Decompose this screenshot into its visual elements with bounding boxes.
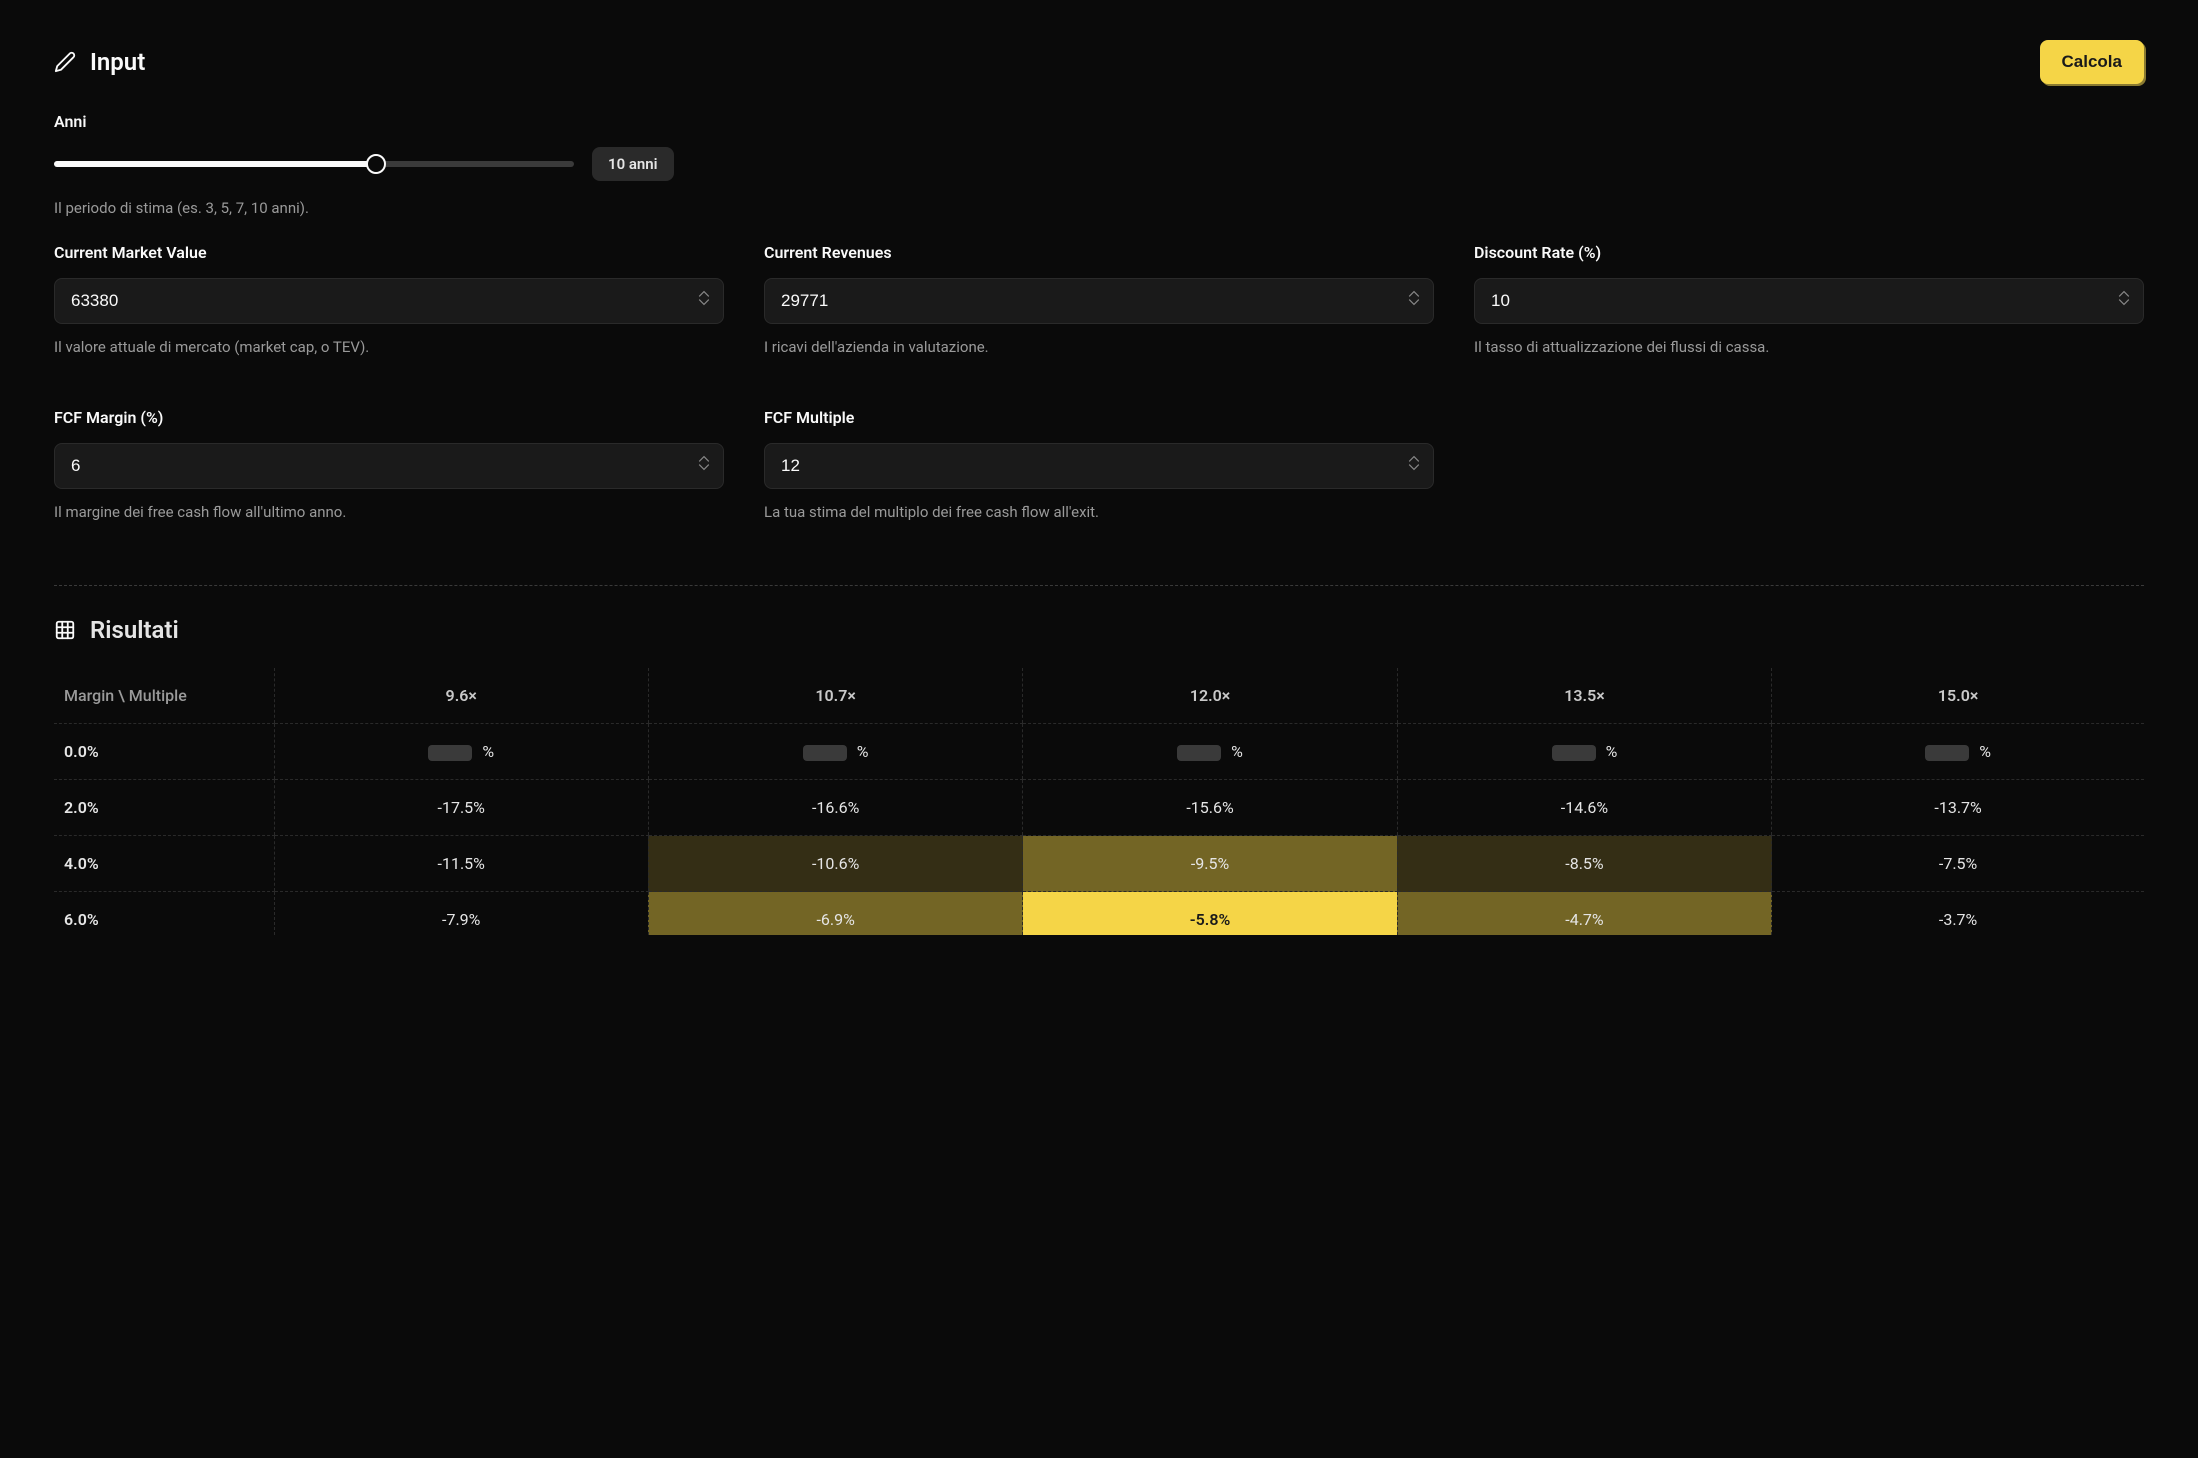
result-cell: -9.5%	[1023, 836, 1397, 892]
result-cell: -11.5%	[274, 836, 648, 892]
anni-label: Anni	[54, 112, 2144, 131]
discount-label: Discount Rate (%)	[1474, 243, 2144, 262]
result-cell: -5.8%	[1023, 892, 1397, 936]
input-section-title: Input	[54, 48, 145, 76]
result-cell: %	[648, 724, 1022, 780]
discount-input[interactable]	[1474, 278, 2144, 324]
skeleton-placeholder	[428, 745, 472, 761]
result-cell: -10.6%	[648, 836, 1022, 892]
anni-slider[interactable]	[54, 161, 574, 167]
stepper-icon[interactable]	[2118, 290, 2134, 312]
result-cell: -13.7%	[1772, 780, 2144, 836]
skeleton-placeholder	[1925, 745, 1969, 761]
skeleton-placeholder	[803, 745, 847, 761]
anni-badge: 10 anni	[592, 147, 674, 181]
market-value-label: Current Market Value	[54, 243, 724, 262]
table-icon	[54, 619, 76, 641]
stepper-icon[interactable]	[698, 455, 714, 477]
discount-helper: Il tasso di attualizzazione dei flussi d…	[1474, 338, 2144, 356]
row-margin: 4.0%	[54, 836, 274, 892]
fcf-multiple-input[interactable]	[764, 443, 1434, 489]
result-cell: -8.5%	[1397, 836, 1771, 892]
stepper-icon[interactable]	[1408, 290, 1424, 312]
anni-helper: Il periodo di stima (es. 3, 5, 7, 10 ann…	[54, 199, 2144, 217]
fcf-margin-helper: Il margine dei free cash flow all'ultimo…	[54, 503, 724, 521]
result-cell: %	[1397, 724, 1771, 780]
input-title-text: Input	[90, 48, 145, 76]
section-divider	[54, 585, 2144, 586]
row-margin: 0.0%	[54, 724, 274, 780]
row-margin: 6.0%	[54, 892, 274, 936]
stepper-icon[interactable]	[698, 290, 714, 312]
column-header: 15.0×	[1772, 668, 2144, 724]
result-cell: %	[1772, 724, 2144, 780]
skeleton-placeholder	[1552, 745, 1596, 761]
table-row: 0.0% % % % % %	[54, 724, 2144, 780]
pencil-icon	[54, 51, 76, 73]
fcf-multiple-helper: La tua stima del multiplo dei free cash …	[764, 503, 1434, 521]
result-cell: -14.6%	[1397, 780, 1771, 836]
column-header: 12.0×	[1023, 668, 1397, 724]
results-section-title: Risultati	[54, 616, 2144, 644]
market-value-input[interactable]	[54, 278, 724, 324]
results-title-text: Risultati	[90, 616, 179, 644]
stepper-icon[interactable]	[1408, 455, 1424, 477]
result-cell: -4.7%	[1397, 892, 1771, 936]
result-cell: -7.5%	[1772, 836, 2144, 892]
fcf-margin-input[interactable]	[54, 443, 724, 489]
results-table: Margin \ Multiple9.6×10.7×12.0×13.5×15.0…	[54, 668, 2144, 935]
result-cell: -6.9%	[648, 892, 1022, 936]
row-margin: 2.0%	[54, 780, 274, 836]
calculate-button[interactable]: Calcola	[2040, 40, 2144, 84]
result-cell: %	[274, 724, 648, 780]
revenues-label: Current Revenues	[764, 243, 1434, 262]
column-header: 9.6×	[274, 668, 648, 724]
fcf-margin-label: FCF Margin (%)	[54, 408, 724, 427]
result-cell: %	[1023, 724, 1397, 780]
result-cell: -17.5%	[274, 780, 648, 836]
column-header: 10.7×	[648, 668, 1022, 724]
table-row: 2.0%-17.5%-16.6%-15.6%-14.6%-13.7%	[54, 780, 2144, 836]
revenues-input[interactable]	[764, 278, 1434, 324]
slider-thumb[interactable]	[366, 154, 386, 174]
revenues-helper: I ricavi dell'azienda in valutazione.	[764, 338, 1434, 356]
result-cell: -3.7%	[1772, 892, 2144, 936]
fcf-multiple-label: FCF Multiple	[764, 408, 1434, 427]
market-value-helper: Il valore attuale di mercato (market cap…	[54, 338, 724, 356]
table-row: 6.0%-7.9%-6.9%-5.8%-4.7%-3.7%	[54, 892, 2144, 936]
result-cell: -7.9%	[274, 892, 648, 936]
result-cell: -15.6%	[1023, 780, 1397, 836]
skeleton-placeholder	[1177, 745, 1221, 761]
column-header: 13.5×	[1397, 668, 1771, 724]
result-cell: -16.6%	[648, 780, 1022, 836]
table-corner: Margin \ Multiple	[54, 668, 274, 724]
table-row: 4.0%-11.5%-10.6%-9.5%-8.5%-7.5%	[54, 836, 2144, 892]
